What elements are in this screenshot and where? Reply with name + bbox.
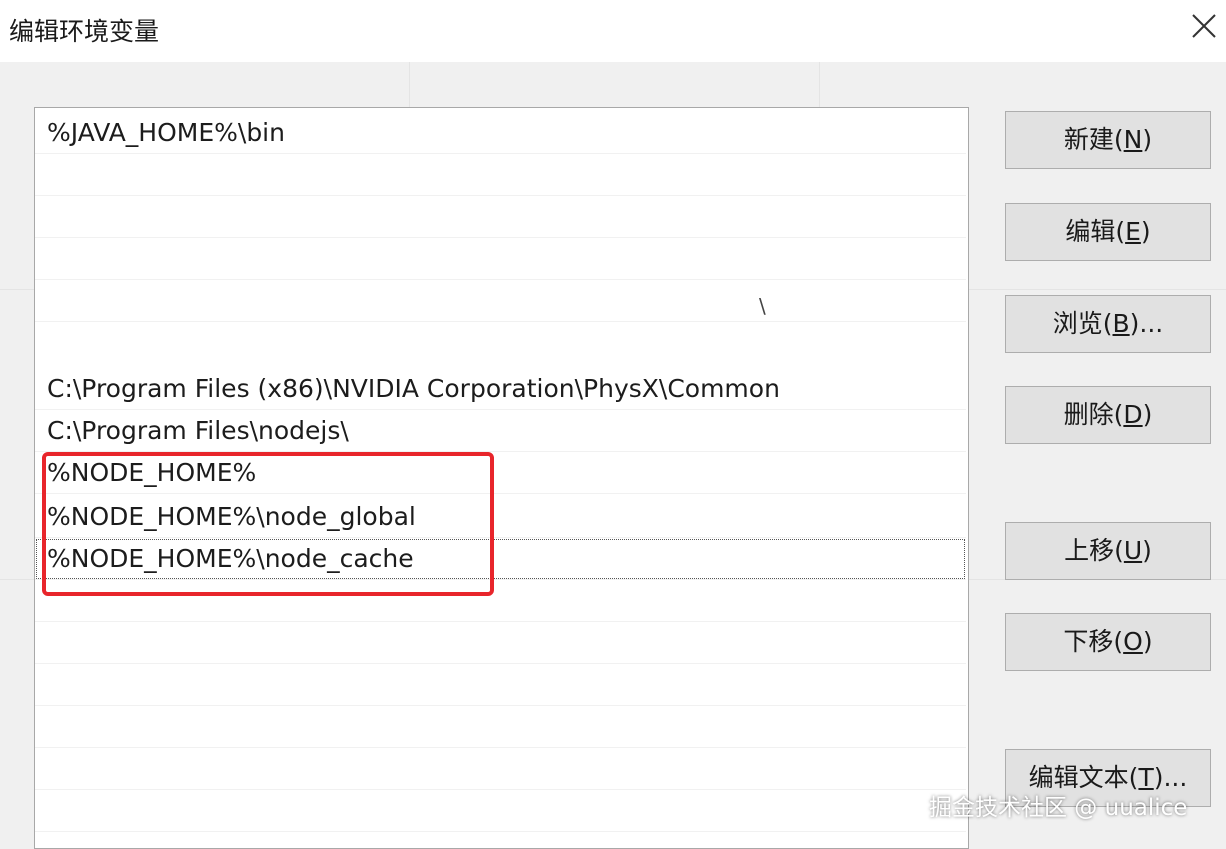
button-label: 删除(	[1063, 400, 1124, 429]
list-item[interactable]: C:\Program Files\nodejs\	[35, 410, 966, 452]
path-list[interactable]: %JAVA_HOME%\bin C:\Program Files (x86)\N…	[34, 107, 969, 849]
button-label-end: )	[1142, 536, 1152, 565]
edit-button[interactable]: 编辑(E)	[1005, 203, 1211, 261]
access-key: B	[1112, 309, 1130, 338]
list-item[interactable]	[35, 238, 966, 280]
access-key: N	[1123, 125, 1143, 154]
list-item[interactable]	[35, 664, 966, 706]
list-item[interactable]	[35, 706, 966, 748]
watermark: 掘金技术社区 @ uualice	[929, 795, 1188, 821]
button-label-end: )	[1142, 400, 1153, 429]
list-item[interactable]: %NODE_HOME%\node_global	[35, 496, 966, 538]
button-label: 新建(	[1063, 125, 1124, 154]
list-item[interactable]	[35, 280, 966, 322]
list-item[interactable]	[35, 580, 966, 622]
list-item-selected[interactable]: %NODE_HOME%\node_cache	[35, 538, 966, 580]
button-label-end: )	[1142, 627, 1153, 656]
delete-button[interactable]: 删除(D)	[1005, 386, 1211, 444]
button-label: 编辑(	[1065, 217, 1126, 246]
button-label-end: )...	[1129, 309, 1164, 338]
list-item[interactable]: %NODE_HOME%	[35, 452, 966, 494]
access-key: E	[1125, 217, 1141, 246]
access-key: U	[1123, 536, 1143, 565]
browse-button[interactable]: 浏览(B)...	[1005, 295, 1211, 353]
new-button[interactable]: 新建(N)	[1005, 111, 1211, 169]
list-item[interactable]	[35, 154, 966, 196]
list-item[interactable]	[35, 622, 966, 664]
access-key: D	[1123, 400, 1143, 429]
partial-text-fragment: \	[759, 294, 766, 318]
button-label-end: )	[1142, 125, 1153, 154]
move-up-button[interactable]: 上移(U)	[1005, 522, 1211, 580]
access-key: O	[1123, 627, 1143, 656]
list-item[interactable]	[35, 196, 966, 238]
title-bar: 编辑环境变量	[0, 0, 1226, 62]
window-title: 编辑环境变量	[9, 17, 160, 46]
list-item[interactable]: C:\Program Files (x86)\NVIDIA Corporatio…	[35, 368, 966, 410]
list-item[interactable]	[35, 748, 966, 790]
close-icon[interactable]	[1190, 12, 1222, 44]
button-label: 下移(	[1063, 627, 1124, 656]
list-item[interactable]: %JAVA_HOME%\bin	[35, 112, 966, 154]
button-label: 浏览(	[1052, 309, 1113, 338]
move-down-button[interactable]: 下移(O)	[1005, 613, 1211, 671]
button-label-end: )	[1140, 217, 1151, 246]
list-item[interactable]	[35, 790, 966, 832]
button-label: 上移(	[1064, 536, 1124, 565]
